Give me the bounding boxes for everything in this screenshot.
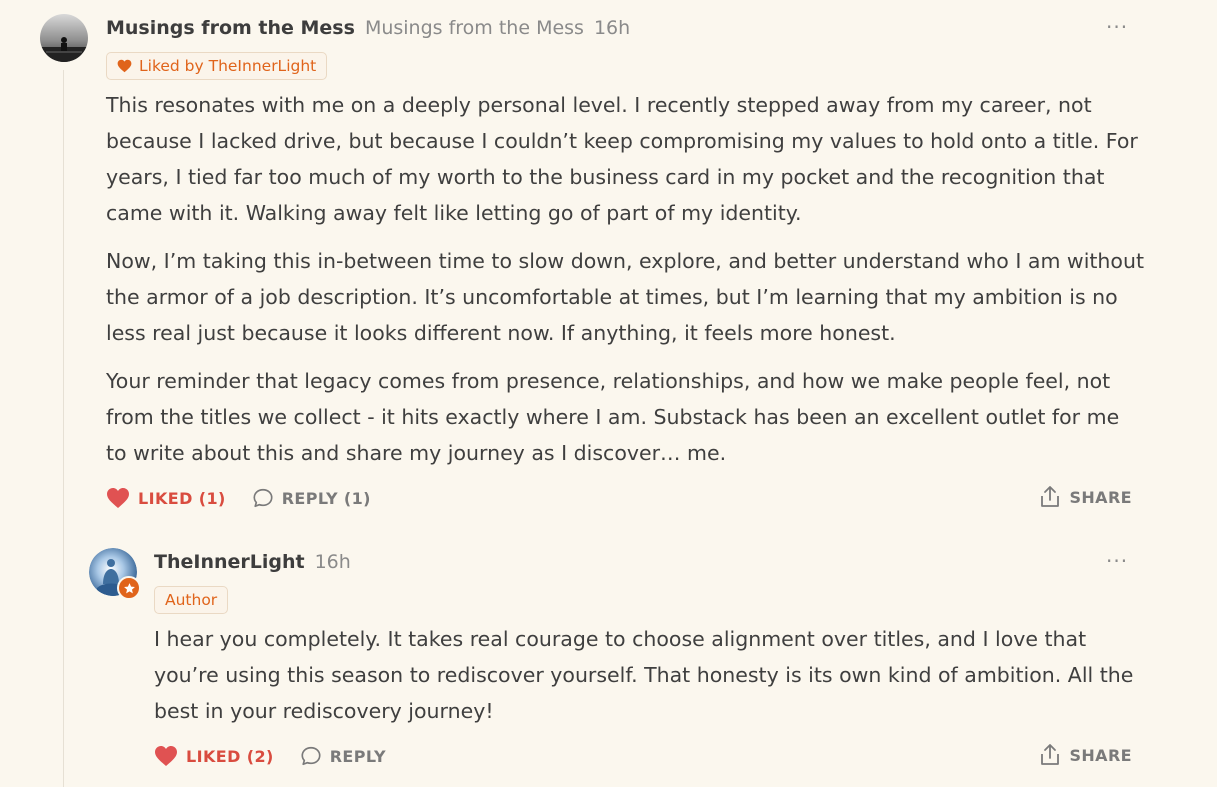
reply-label: REPLY (329, 746, 386, 766)
share-label: SHARE (1069, 745, 1132, 765)
like-button[interactable]: LIKED (2) (154, 745, 274, 767)
liked-by-label: Liked by TheInnerLight (139, 57, 317, 75)
publication-name[interactable]: Musings from the Mess (365, 17, 584, 39)
timestamp[interactable]: 16h (315, 551, 351, 573)
author-name[interactable]: Musings from the Mess (106, 17, 355, 39)
avatar[interactable] (40, 14, 88, 62)
reply-label: REPLY (1) (281, 488, 371, 508)
comment-paragraph: Your reminder that legacy comes from pre… (106, 369, 1120, 465)
comment-paragraph: This resonates with me on a deeply perso… (106, 93, 1138, 225)
comment-body: This resonates with me on a deeply perso… (106, 87, 1146, 483)
share-icon (1039, 743, 1061, 767)
comment-actions: LIKED (1) REPLY (1) SHARE (106, 485, 1136, 511)
reply-button[interactable]: REPLY (1) (252, 487, 371, 509)
author-badge-label: Author (165, 591, 218, 609)
comment-paragraph: Now, I’m taking this in-between time to … (106, 249, 1144, 345)
liked-by-badge: Liked by TheInnerLight (106, 52, 328, 80)
like-label: LIKED (2) (186, 746, 274, 766)
share-button[interactable]: SHARE (1039, 743, 1132, 767)
more-options-button[interactable]: ··· (1106, 551, 1128, 571)
timestamp[interactable]: 16h (594, 17, 630, 39)
ellipsis-icon: ··· (1106, 549, 1129, 573)
author-name[interactable]: TheInnerLight (154, 551, 305, 573)
like-button[interactable]: LIKED (1) (106, 487, 226, 509)
reply-actions: LIKED (2) REPLY SHARE (154, 743, 1136, 769)
comment-header: Musings from the Mess Musings from the M… (106, 17, 630, 39)
ellipsis-icon: ··· (1106, 15, 1129, 39)
more-options-button[interactable]: ··· (1106, 17, 1128, 37)
share-icon (1039, 485, 1061, 509)
heart-icon (117, 59, 132, 73)
heart-icon (106, 487, 130, 509)
heart-icon (154, 745, 178, 767)
author-badge: Author (154, 586, 229, 614)
reply-header: TheInnerLight 16h (154, 551, 351, 573)
share-button[interactable]: SHARE (1039, 485, 1132, 509)
thread-line (63, 70, 64, 787)
avatar[interactable] (89, 548, 141, 600)
speech-bubble-icon (300, 745, 322, 767)
reply-paragraph: I hear you completely. It takes real cou… (154, 627, 1134, 723)
reply-button[interactable]: REPLY (300, 745, 386, 767)
reply-body: I hear you completely. It takes real cou… (154, 621, 1139, 741)
author-star-icon (117, 576, 141, 600)
like-label: LIKED (1) (138, 488, 226, 508)
speech-bubble-icon (252, 487, 274, 509)
share-label: SHARE (1069, 487, 1132, 507)
